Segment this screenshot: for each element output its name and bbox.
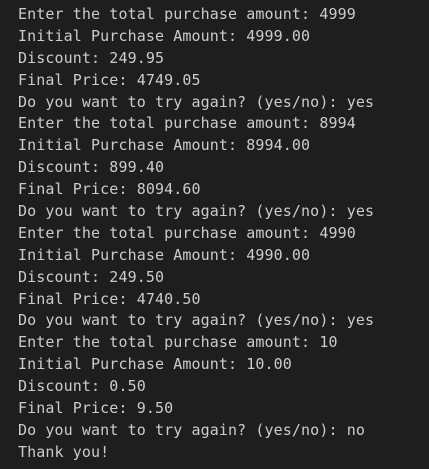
terminal-line: Initial Purchase Amount: 4990.00: [18, 245, 311, 264]
terminal-line: Do you want to try again? (yes/no): yes: [18, 92, 375, 111]
terminal-line: Enter the total purchase amount: 4990: [18, 223, 356, 242]
terminal-line: Thank you!: [18, 442, 110, 461]
terminal-line: Initial Purchase Amount: 4999.00: [18, 26, 311, 45]
terminal-line: Discount: 0.50: [18, 377, 146, 396]
terminal-line: Enter the total purchase amount: 8994: [18, 114, 356, 133]
terminal-line: Do you want to try again? (yes/no): no: [18, 420, 365, 439]
terminal-line: Final Price: 8094.60: [18, 180, 201, 199]
terminal-line: Final Price: 9.50: [18, 399, 174, 418]
terminal-line: Discount: 899.40: [18, 158, 165, 177]
terminal-line: Do you want to try again? (yes/no): yes: [18, 311, 375, 330]
terminal-line: Discount: 249.95: [18, 48, 165, 67]
terminal-line: Initial Purchase Amount: 10.00: [18, 355, 292, 374]
terminal-line: Enter the total purchase amount: 10: [18, 333, 338, 352]
terminal-line: Discount: 249.50: [18, 267, 165, 286]
terminal-line: Do you want to try again? (yes/no): yes: [18, 202, 375, 221]
terminal-line: Final Price: 4749.05: [18, 70, 201, 89]
terminal-line: Final Price: 4740.50: [18, 289, 201, 308]
terminal-output[interactable]: Enter the total purchase amount: 4999 In…: [0, 0, 429, 469]
terminal-line: Initial Purchase Amount: 8994.00: [18, 136, 311, 155]
terminal-line: Enter the total purchase amount: 4999: [18, 5, 356, 23]
